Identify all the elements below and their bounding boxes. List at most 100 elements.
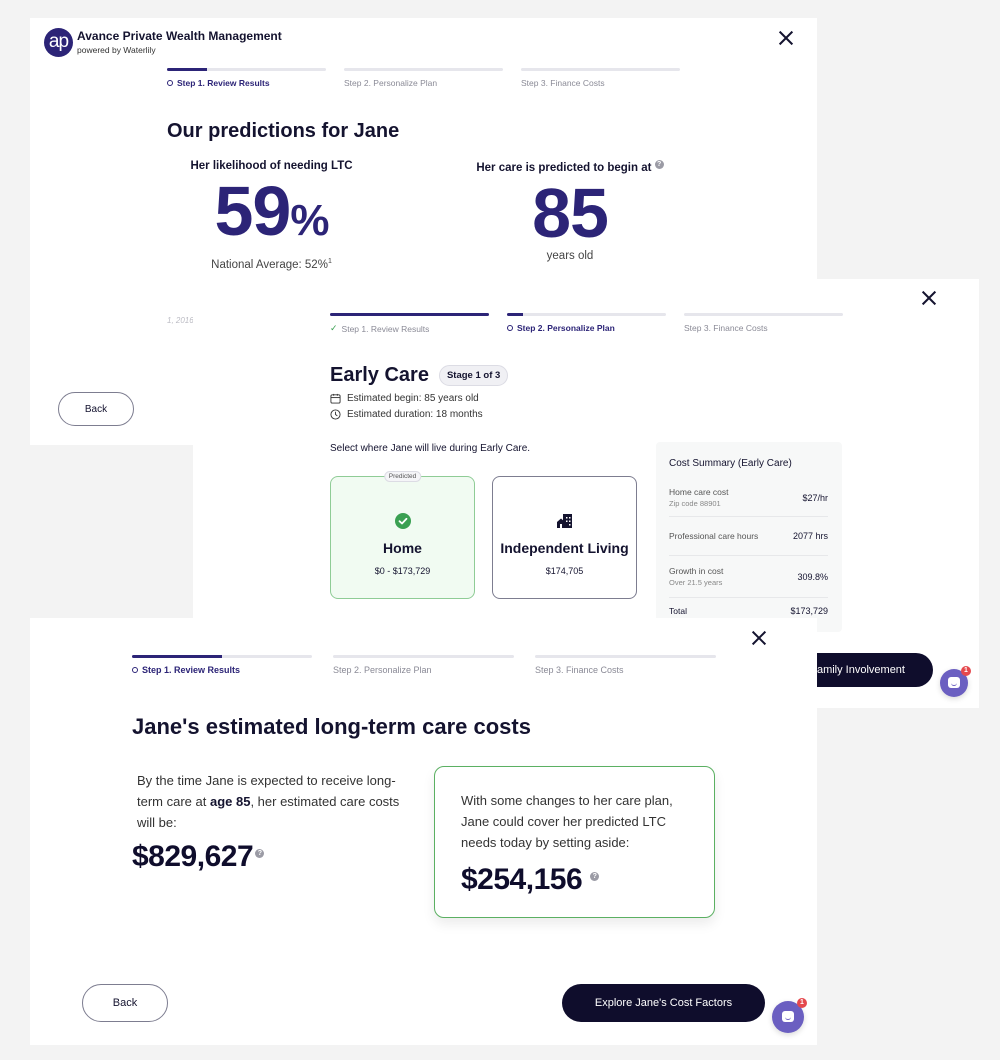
notification-badge: 1 <box>797 998 807 1008</box>
step-label: Step 3. Finance Costs <box>521 78 605 88</box>
step-label: Step 1. Review Results <box>177 78 270 88</box>
chat-icon <box>782 1011 794 1022</box>
check-icon: ✓ <box>330 323 338 333</box>
chat-icon <box>948 677 960 688</box>
estimated-duration: Estimated duration: 18 months <box>330 409 483 420</box>
step-label: Step 1. Review Results <box>142 665 241 675</box>
cost-summary: Cost Summary (Early Care) Home care cost… <box>656 442 842 632</box>
percent-sign: % <box>290 196 329 245</box>
likelihood-question: Her likelihood of needing LTC <box>190 160 353 172</box>
stepper: ✓ Step 1. Review Results Step 2. Personal… <box>330 313 843 334</box>
stage-title: Early Care <box>330 364 429 386</box>
step-1[interactable]: Step 1. Review Results <box>167 68 326 88</box>
summary-label: Total <box>669 606 687 616</box>
stepper: Step 1. Review Results Step 2. Personali… <box>132 655 716 675</box>
likelihood-value: 59% <box>190 176 353 256</box>
current-step-icon <box>167 80 173 86</box>
page-title: Our predictions for Jane <box>167 120 400 142</box>
chat-button[interactable]: 1 <box>940 666 971 697</box>
step-1[interactable]: Step 1. Review Results <box>132 655 312 675</box>
step-3[interactable]: Step 3. Finance Costs <box>684 313 843 334</box>
step-label: Step 3. Finance Costs <box>684 323 768 333</box>
stage-header: Early Care Stage 1 of 3 <box>330 364 509 387</box>
step-2[interactable]: Step 2. Personalize Plan <box>507 313 666 334</box>
brand-subtitle: powered by Waterlily <box>77 45 156 55</box>
estimated-begin-text: Estimated begin: 85 years old <box>347 393 479 404</box>
savings-text: With some changes to her care plan, Jane… <box>461 793 673 850</box>
cost-explanation: By the time Jane is expected to receive … <box>137 770 402 833</box>
care-age: age 85 <box>209 794 251 809</box>
summary-value: 309.8% <box>797 571 828 582</box>
footnote-mark: 1 <box>327 258 332 265</box>
summary-sublabel: Over 21.5 years <box>669 578 723 587</box>
step-2[interactable]: Step 2. Personalize Plan <box>333 655 514 675</box>
total-cost: $829,627? <box>132 840 265 874</box>
savings-card: With some changes to her care plan, Jane… <box>434 766 715 918</box>
option-independent-living[interactable]: Independent Living $174,705 <box>492 476 637 599</box>
stage-badge: Stage 1 of 3 <box>438 365 509 386</box>
option-price: $174,705 <box>545 566 584 576</box>
summary-row: Home care cost Zip code 88901 $27/hr <box>669 479 828 517</box>
option-home[interactable]: Predicted Home $0 - $173,729 <box>330 471 475 599</box>
step-3[interactable]: Step 3. Finance Costs <box>521 68 680 88</box>
explore-cost-factors-button[interactable]: Explore Jane's Cost Factors <box>562 984 765 1022</box>
care-begin-unit: years old <box>546 249 594 262</box>
summary-sublabel: Zip code 88901 <box>669 499 721 508</box>
back-button[interactable]: Back <box>58 392 134 426</box>
step-label: Step 2. Personalize Plan <box>333 665 432 675</box>
step-label: Step 3. Finance Costs <box>535 665 624 675</box>
close-icon[interactable] <box>751 630 767 646</box>
care-begin-question: Her care is predicted to begin at ? <box>475 160 665 174</box>
step-2[interactable]: Step 2. Personalize Plan <box>344 68 503 88</box>
step-1[interactable]: ✓ Step 1. Review Results <box>330 313 489 334</box>
step-3[interactable]: Step 3. Finance Costs <box>535 655 716 675</box>
predicted-tag: Predicted <box>383 471 422 482</box>
help-icon[interactable]: ? <box>589 872 599 881</box>
clock-icon <box>330 409 341 420</box>
back-button[interactable]: Back <box>82 984 168 1022</box>
national-average: National Average: 52%1 <box>190 258 353 271</box>
summary-row: Professional care hours 2077 hrs <box>669 517 828 556</box>
help-icon[interactable]: ? <box>255 849 265 858</box>
likelihood-number: 59 <box>214 172 292 250</box>
footnote: 1, 2016 <box>167 316 194 325</box>
close-icon[interactable] <box>921 290 937 306</box>
summary-value: $173,729 <box>790 606 828 616</box>
summary-label: Home care cost <box>669 487 729 497</box>
option-title: Independent Living <box>500 540 629 556</box>
care-costs-panel: Step 1. Review Results Step 2. Personali… <box>30 618 817 1045</box>
calendar-icon <box>330 393 341 404</box>
likelihood-stat: Her likelihood of needing LTC 59% Nation… <box>190 160 353 271</box>
care-begin-question-text: Her care is predicted to begin at <box>476 161 652 174</box>
building-icon <box>556 514 572 528</box>
step-label: Step 2. Personalize Plan <box>517 323 615 333</box>
care-begin-stat: Her care is predicted to begin at ? 85 y… <box>475 160 665 262</box>
savings-amount: $254,156 ? <box>461 863 688 897</box>
option-title: Home <box>383 540 422 556</box>
total-cost-value: $829,627 <box>132 840 254 873</box>
select-prompt: Select where Jane will live during Early… <box>330 443 531 454</box>
savings-value: $254,156 <box>461 863 583 896</box>
current-step-icon <box>132 667 138 673</box>
chat-button[interactable]: 1 <box>772 998 807 1033</box>
option-price: $0 - $173,729 <box>374 566 431 576</box>
summary-value: 2077 hrs <box>792 531 828 541</box>
summary-label: Growth in cost <box>669 566 724 576</box>
cost-summary-heading: Cost Summary (Early Care) <box>669 458 792 469</box>
summary-row: Growth in cost Over 21.5 years 309.8% <box>669 556 828 598</box>
estimated-begin: Estimated begin: 85 years old <box>330 393 479 404</box>
brand-logo: ap <box>44 28 73 57</box>
step-progress <box>132 655 222 658</box>
close-icon[interactable] <box>778 30 794 46</box>
current-step-icon <box>507 325 513 331</box>
brand-name: Avance Private Wealth Management <box>77 29 282 43</box>
notification-badge: 1 <box>961 666 971 676</box>
step-label: Step 2. Personalize Plan <box>344 78 438 88</box>
step-progress <box>167 68 207 71</box>
page-title: Jane's estimated long-term care costs <box>132 714 531 739</box>
help-icon[interactable]: ? <box>654 160 664 169</box>
care-begin-value: 85 <box>532 173 609 252</box>
step-label: Step 1. Review Results <box>341 323 430 334</box>
stepper: Step 1. Review Results Step 2. Personali… <box>167 68 680 88</box>
check-circle-icon <box>394 513 411 529</box>
